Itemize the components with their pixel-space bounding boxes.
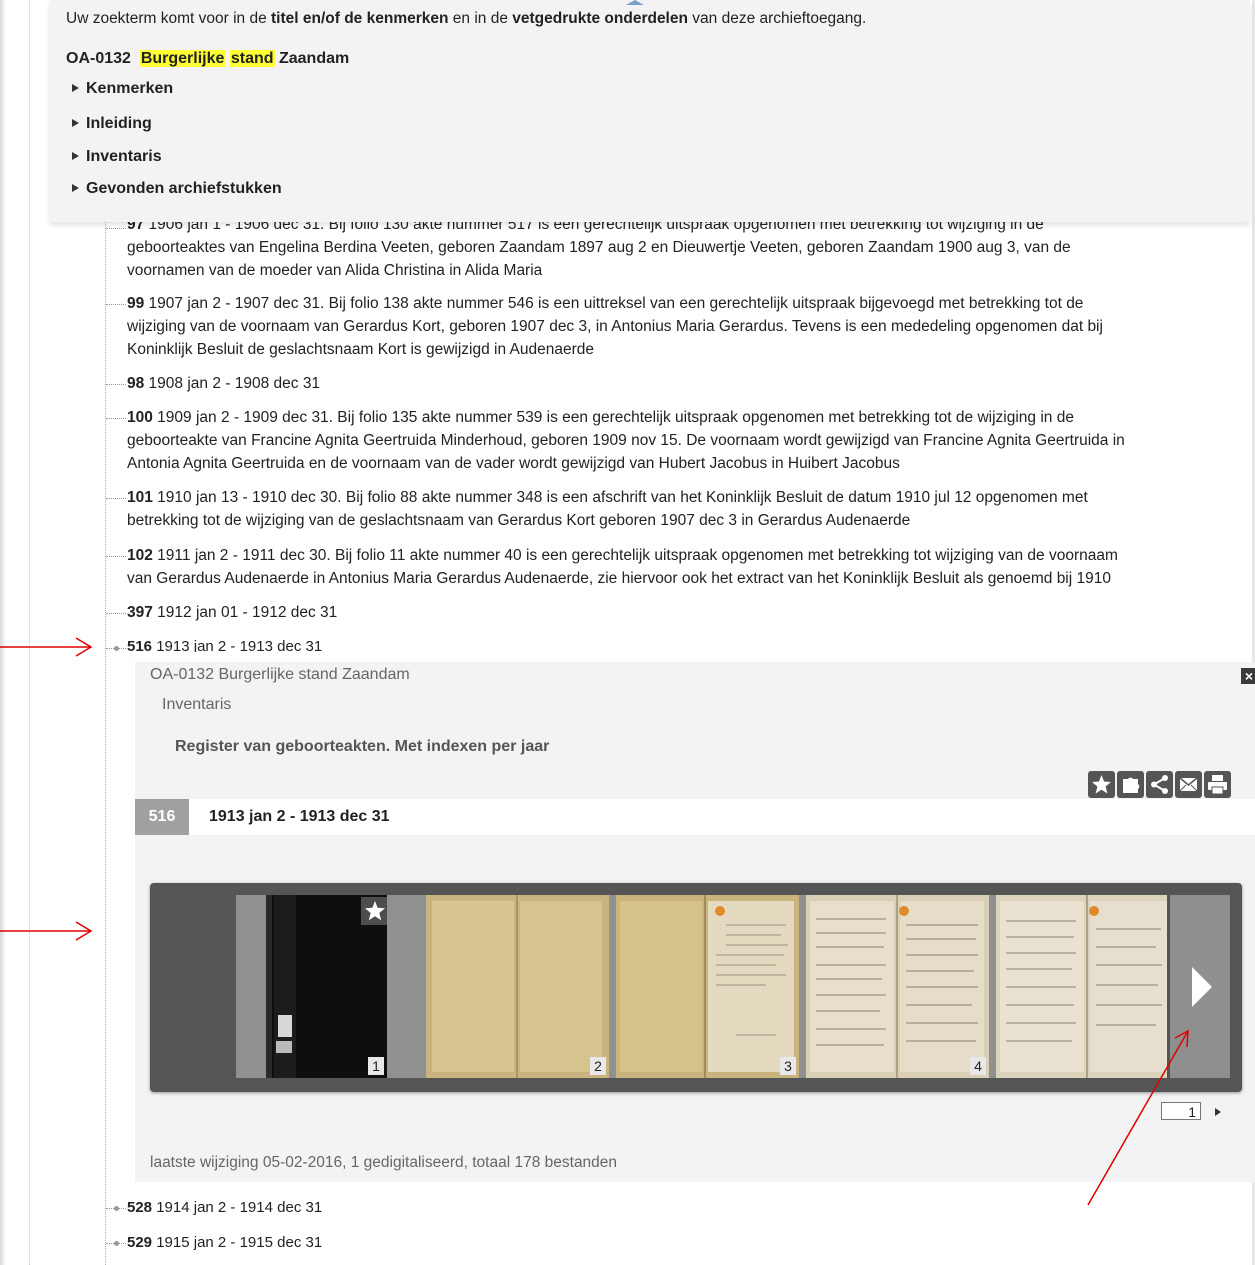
email-button[interactable] <box>1175 771 1202 798</box>
next-page-icon[interactable] <box>1215 1108 1221 1116</box>
list-item[interactable]: 397 1912 jan 01 - 1912 dec 31 <box>127 601 1242 624</box>
thumbnail-number: 4 <box>970 1057 986 1075</box>
inventory-number-badge: 516 <box>135 799 189 835</box>
tree-connector <box>106 556 126 557</box>
scan-image <box>806 895 989 1078</box>
annotation-arrow <box>0 921 93 941</box>
close-icon[interactable]: × <box>1241 668 1255 684</box>
list-item[interactable]: 99 1907 jan 2 - 1907 dec 31. Bij folio 1… <box>127 292 1242 361</box>
inventory-date: 1913 jan 2 - 1913 dec 31 <box>209 808 390 825</box>
star-icon[interactable] <box>361 897 387 925</box>
list-item[interactable]: 102 1911 jan 2 - 1911 dec 30. Bij folio … <box>127 544 1242 590</box>
tree-bullet <box>114 1206 119 1211</box>
scan-thumbnail-3[interactable]: 3 <box>616 895 799 1078</box>
list-item[interactable]: 98 1908 jan 2 - 1908 dec 31 <box>127 372 1242 395</box>
tree-connector <box>106 384 126 385</box>
list-item[interactable]: 101 1910 jan 13 - 1910 dec 30. Bij folio… <box>127 486 1242 532</box>
scan-viewer: 1 2 3 4 <box>150 883 1242 1092</box>
list-item[interactable]: 529 1915 jan 2 - 1915 dec 31 <box>127 1231 1242 1254</box>
tree-connector <box>106 304 126 305</box>
expand-triangle-icon <box>72 152 79 160</box>
section-inleiding[interactable]: Inleiding <box>72 115 152 133</box>
scan-thumbnail-4[interactable]: 4 <box>806 895 989 1078</box>
scan-image <box>616 895 799 1078</box>
expand-triangle-icon <box>72 84 79 92</box>
print-icon <box>1208 775 1227 795</box>
annotation-arrow <box>1087 1029 1189 1206</box>
thumbnail-number: 1 <box>368 1057 384 1075</box>
list-item-expanded[interactable]: 516 1913 jan 2 - 1913 dec 31 <box>127 637 1242 652</box>
scan-image <box>426 895 609 1078</box>
section-gevonden-archiefstukken[interactable]: Gevonden archiefstukken <box>72 180 282 198</box>
tree-connector <box>106 613 126 614</box>
favorite-button[interactable] <box>1088 771 1115 798</box>
tree-guide-inner <box>105 222 106 1265</box>
list-item[interactable]: 100 1909 jan 2 - 1909 dec 31. Bij folio … <box>127 406 1242 475</box>
puzzle-icon <box>1123 777 1140 793</box>
expand-triangle-icon <box>72 119 79 127</box>
annotation-arrow <box>0 637 93 657</box>
tree-connector <box>106 498 126 499</box>
search-header: Uw zoekterm komt voor in de titel en/of … <box>50 0 1250 222</box>
left-shadow <box>0 0 6 1265</box>
highlight-term: Burgerlijke <box>139 50 226 67</box>
list-item[interactable]: 528 1914 jan 2 - 1914 dec 31 <box>127 1196 1242 1219</box>
section-inventaris[interactable]: Inventaris <box>72 148 162 163</box>
scroll-up-icon[interactable] <box>626 0 644 5</box>
detail-section: Inventaris <box>162 696 232 713</box>
highlight-term: stand <box>229 50 275 67</box>
detail-path: OA-0132 Burgerlijke stand Zaandam <box>150 666 410 683</box>
puzzle-button[interactable] <box>1117 771 1144 798</box>
tree-bullet <box>114 646 119 651</box>
search-note: Uw zoekterm komt voor in de titel en/of … <box>66 10 867 27</box>
archive-code: OA-0132 <box>66 50 131 67</box>
detail-footer: laatste wijziging 05-02-2016, 1 gedigita… <box>150 1154 618 1171</box>
tree-guide-outer <box>29 0 30 1265</box>
thumbnail-number: 3 <box>780 1057 796 1075</box>
tree-bullet <box>114 1241 119 1246</box>
list-item[interactable]: 97 1906 jan 1 - 1906 dec 31. Bij folio 1… <box>127 213 1242 282</box>
mail-icon <box>1179 777 1198 792</box>
print-button[interactable] <box>1204 771 1231 798</box>
share-icon <box>1151 775 1168 794</box>
section-kenmerken[interactable]: Kenmerken <box>72 80 173 98</box>
archive-title: OA-0132 Burgerlijke stand Zaandam <box>66 50 350 67</box>
scan-thumbnail-2[interactable]: 2 <box>426 895 609 1078</box>
tree-connector <box>106 418 126 419</box>
share-button[interactable] <box>1146 771 1173 798</box>
tree-connector <box>106 228 126 229</box>
inventory-item-bar: 516 1913 jan 2 - 1913 dec 31 <box>135 799 1255 835</box>
thumbnail-number: 2 <box>590 1057 606 1075</box>
star-icon <box>1092 775 1111 794</box>
expand-triangle-icon <box>72 184 79 192</box>
scan-thumbnail-1[interactable]: 1 <box>266 895 387 1078</box>
detail-description: Register van geboorteakten. Met indexen … <box>175 738 550 755</box>
